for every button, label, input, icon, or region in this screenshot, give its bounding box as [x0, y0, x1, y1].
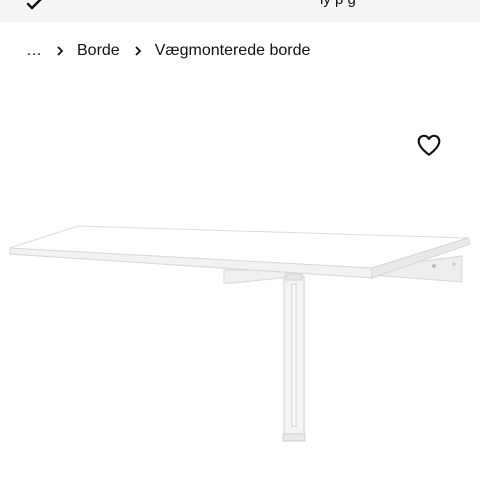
- heart-icon: [417, 134, 441, 156]
- breadcrumb-ellipsis[interactable]: …: [26, 42, 42, 60]
- breadcrumb-item-vaegmonterede-borde[interactable]: Vægmonterede borde: [155, 42, 311, 60]
- chevron-right-icon: [57, 46, 64, 56]
- favorite-button[interactable]: [414, 130, 444, 160]
- product-image: [9, 225, 471, 442]
- chevron-right-icon: [135, 46, 141, 56]
- breadcrumb: … Borde Vægmonterede borde: [26, 41, 310, 61]
- breadcrumb-item-borde[interactable]: Borde: [77, 42, 120, 60]
- back-arrow-icon[interactable]: [24, 0, 48, 14]
- top-bar-text: ly p g: [320, 0, 356, 8]
- top-bar: ly p g: [0, 0, 480, 22]
